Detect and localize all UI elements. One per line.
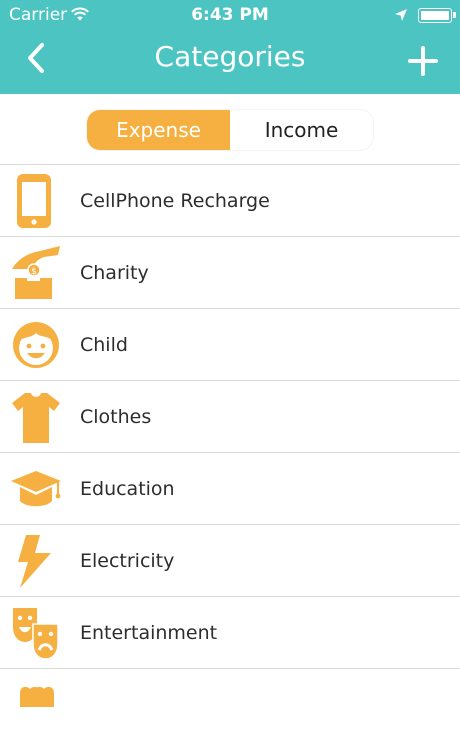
child-icon (10, 317, 64, 373)
category-list: CellPhone Recharge $ Charity Child Cloth… (0, 164, 460, 707)
clothes-icon (10, 389, 64, 445)
category-row-child[interactable]: Child (0, 309, 460, 381)
category-row-partial[interactable] (0, 669, 460, 707)
svg-text:$: $ (31, 267, 37, 277)
partial-category-icon (10, 677, 64, 733)
category-label: Child (80, 334, 128, 356)
category-row-electricity[interactable]: Electricity (0, 525, 460, 597)
category-label: Clothes (80, 406, 152, 428)
category-label: Entertainment (80, 622, 218, 644)
education-icon (10, 461, 64, 517)
status-bar: Carrier 6:43 PM (0, 0, 460, 32)
charity-icon: $ (10, 245, 64, 301)
location-icon (394, 7, 408, 26)
electricity-icon (10, 533, 64, 589)
add-category-button[interactable] (406, 44, 440, 78)
plus-icon (408, 46, 438, 76)
segment-income[interactable]: Income (230, 110, 373, 150)
segment-expense[interactable]: Expense (87, 110, 230, 150)
entertainment-icon (10, 605, 64, 661)
category-label: Charity (80, 262, 149, 284)
category-row-education[interactable]: Education (0, 453, 460, 525)
category-row-entertainment[interactable]: Entertainment (0, 597, 460, 669)
category-row-charity[interactable]: $ Charity (0, 237, 460, 309)
type-segmented-control: Expense Income (86, 109, 374, 151)
status-time: 6:43 PM (191, 5, 269, 25)
category-label: Education (80, 478, 175, 500)
cellphone-icon (10, 173, 64, 229)
page-title: Categories (154, 40, 306, 73)
category-row-cellphone-recharge[interactable]: CellPhone Recharge (0, 165, 460, 237)
battery-icon (418, 8, 456, 23)
category-label: CellPhone Recharge (80, 190, 270, 212)
nav-bar: Carrier 6:43 PM Categories (0, 0, 460, 94)
category-label: Electricity (80, 550, 175, 572)
category-row-clothes[interactable]: Clothes (0, 381, 460, 453)
